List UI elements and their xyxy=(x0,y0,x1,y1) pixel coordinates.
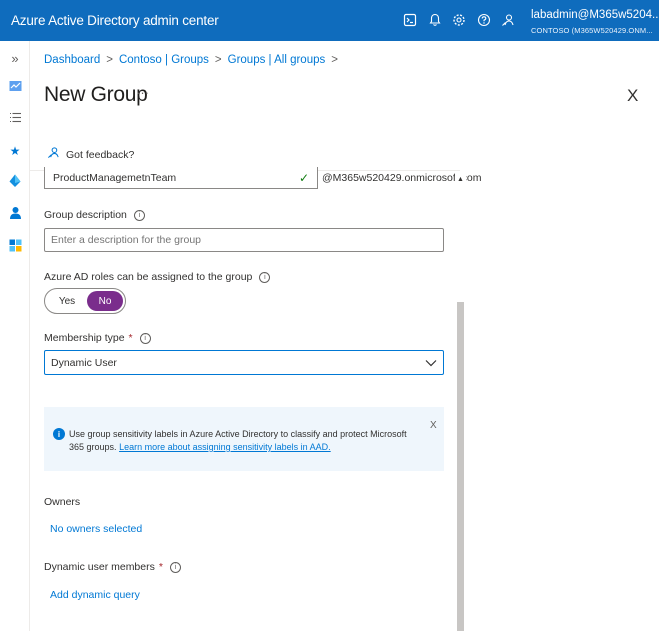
breadcrumb-contoso-groups[interactable]: Contoso | Groups xyxy=(119,54,209,66)
form-scrollbar[interactable]: ▲ xyxy=(455,172,466,631)
valid-check-icon: ✓ xyxy=(298,170,309,185)
chevron-down-icon xyxy=(425,357,437,369)
page-title: New Group xyxy=(44,83,148,106)
azure-ad-icon[interactable] xyxy=(6,172,24,190)
roles-assignable-label: Azure AD roles can be assigned to the gr… xyxy=(44,271,271,283)
dynamic-user-members-label-text: Dynamic user members xyxy=(44,561,155,573)
membership-type-value: Dynamic User xyxy=(51,356,117,369)
info-message: Use group sensitivity labels in Azure Ac… xyxy=(69,428,419,454)
feedback-button[interactable]: Got feedback? xyxy=(47,146,134,164)
scrollbar-thumb[interactable] xyxy=(457,302,464,631)
user-name[interactable]: labadmin@M365w5204... xyxy=(531,9,659,21)
gear-icon[interactable] xyxy=(450,11,468,29)
breadcrumb-separator: > xyxy=(331,54,338,66)
list-icon[interactable] xyxy=(6,108,24,126)
required-marker: * xyxy=(128,332,133,344)
info-circle-icon: i xyxy=(53,428,65,440)
dashboard-icon[interactable] xyxy=(6,77,24,95)
sensitivity-info-bar: i Use group sensitivity labels in Azure … xyxy=(44,407,444,471)
info-icon[interactable]: i xyxy=(139,332,151,344)
dismiss-info-button[interactable]: X xyxy=(430,420,437,431)
membership-type-label: Membership type * i xyxy=(44,332,151,344)
group-description-input[interactable] xyxy=(44,228,444,252)
toggle-yes-option[interactable]: Yes xyxy=(47,291,87,311)
owners-label: Owners xyxy=(44,496,80,508)
membership-type-select[interactable]: Dynamic User xyxy=(44,350,444,375)
cloud-shell-icon[interactable] xyxy=(401,11,419,29)
expand-menu-icon[interactable]: » xyxy=(6,49,24,67)
feedback-label: Got feedback? xyxy=(66,149,135,161)
left-nav-rail: » ★ xyxy=(0,41,30,631)
breadcrumb-separator: > xyxy=(106,54,113,66)
top-bar: Azure Active Directory admin center laba… xyxy=(0,0,659,41)
info-icon[interactable]: i xyxy=(259,271,271,283)
breadcrumb-dashboard[interactable]: Dashboard xyxy=(44,54,100,66)
group-name-input[interactable]: ProductManagemetnTeam ✓ xyxy=(44,167,318,189)
scroll-up-arrow-icon[interactable]: ▲ xyxy=(457,176,464,183)
users-icon[interactable] xyxy=(6,204,24,222)
toggle-no-option[interactable]: No xyxy=(87,291,123,311)
breadcrumb-all-groups[interactable]: Groups | All groups xyxy=(228,54,326,66)
roles-assignable-toggle[interactable]: Yes No xyxy=(44,288,126,314)
feedback-icon[interactable] xyxy=(499,11,517,29)
close-button[interactable]: X xyxy=(627,86,641,105)
info-icon[interactable]: i xyxy=(133,209,145,221)
help-icon[interactable] xyxy=(475,11,493,29)
more-options-button[interactable]: ··· xyxy=(136,85,149,100)
dynamic-user-members-label: Dynamic user members * i xyxy=(44,561,181,573)
favorites-star-icon[interactable]: ★ xyxy=(6,142,24,160)
feedback-person-icon xyxy=(47,146,60,164)
membership-type-label-text: Membership type xyxy=(44,332,125,344)
learn-more-link[interactable]: Learn more about assigning sensitivity l… xyxy=(119,442,331,452)
breadcrumb: Dashboard > Contoso | Groups > Groups | … xyxy=(44,54,344,66)
group-description-label-text: Group description xyxy=(44,209,127,221)
breadcrumb-separator: > xyxy=(214,54,222,66)
group-name-value: ProductManagemetnTeam xyxy=(53,171,177,184)
bell-icon[interactable] xyxy=(426,11,444,29)
info-icon[interactable]: i xyxy=(169,561,181,573)
no-owners-selected-link[interactable]: No owners selected xyxy=(50,523,142,535)
add-dynamic-query-link[interactable]: Add dynamic query xyxy=(50,589,140,601)
group-description-label: Group description i xyxy=(44,209,145,221)
owners-label-text: Owners xyxy=(44,496,81,508)
required-marker: * xyxy=(158,561,163,573)
app-title[interactable]: Azure Active Directory admin center xyxy=(11,13,219,28)
roles-assignable-label-text: Azure AD roles can be assigned to the gr… xyxy=(44,271,253,283)
user-tenant[interactable]: CONTOSO (M365W520429.ONM... xyxy=(531,26,653,35)
enterprise-apps-icon[interactable] xyxy=(6,236,24,254)
